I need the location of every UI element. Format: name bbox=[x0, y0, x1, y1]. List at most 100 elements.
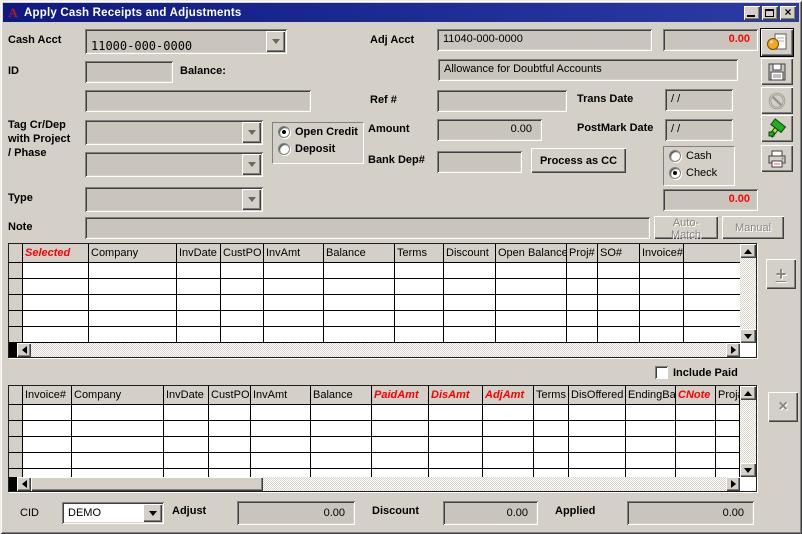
grid-cell[interactable] bbox=[640, 295, 684, 310]
grid-cell[interactable] bbox=[496, 295, 567, 310]
grid-cell[interactable] bbox=[221, 327, 264, 342]
grid-cell[interactable] bbox=[429, 469, 483, 477]
open-credit-radio[interactable] bbox=[278, 126, 290, 138]
grid-cell[interactable] bbox=[640, 311, 684, 326]
minimize-button[interactable] bbox=[744, 6, 760, 20]
grid-cell[interactable] bbox=[23, 469, 72, 477]
grid-cell[interactable] bbox=[264, 263, 324, 278]
grid-cell[interactable] bbox=[251, 453, 311, 468]
grid-cell[interactable] bbox=[626, 453, 676, 468]
grid-cell[interactable] bbox=[164, 405, 209, 420]
post-button[interactable] bbox=[761, 115, 793, 142]
cash-option[interactable]: Cash bbox=[669, 150, 712, 162]
grid-cell[interactable] bbox=[221, 263, 264, 278]
grid-cell[interactable] bbox=[23, 279, 89, 294]
grid-cell[interactable] bbox=[23, 295, 89, 310]
grid-row[interactable] bbox=[9, 421, 740, 437]
grid-cell[interactable] bbox=[164, 437, 209, 452]
row-selector-cell[interactable] bbox=[9, 295, 23, 310]
grid-cell[interactable] bbox=[264, 279, 324, 294]
grid-cell[interactable] bbox=[496, 279, 567, 294]
cid-dropdown-button[interactable] bbox=[143, 504, 162, 522]
scroll-left-button[interactable] bbox=[17, 477, 31, 491]
grid-cell[interactable] bbox=[483, 421, 534, 436]
grid-cell[interactable] bbox=[569, 453, 626, 468]
row-selector-cell[interactable] bbox=[9, 327, 23, 342]
process-as-cc-button[interactable]: Process as CC bbox=[531, 148, 626, 173]
grid-cell[interactable] bbox=[598, 279, 640, 294]
grid-cell[interactable] bbox=[483, 453, 534, 468]
grid-cell[interactable] bbox=[598, 263, 640, 278]
grid-row[interactable] bbox=[9, 279, 740, 295]
grid-cell[interactable] bbox=[496, 311, 567, 326]
row-selector-cell[interactable] bbox=[9, 263, 23, 278]
grid-row[interactable] bbox=[9, 263, 740, 279]
grid-cell[interactable] bbox=[626, 405, 676, 420]
print-button[interactable] bbox=[761, 145, 793, 172]
grid-cell[interactable] bbox=[311, 437, 372, 452]
grid-cell[interactable] bbox=[264, 327, 324, 342]
grid-cell[interactable] bbox=[569, 421, 626, 436]
include-paid-checkbox[interactable] bbox=[655, 366, 668, 379]
grid-cell[interactable] bbox=[534, 469, 569, 477]
grid-cell[interactable] bbox=[23, 453, 72, 468]
scrollbar-track[interactable] bbox=[31, 477, 726, 491]
grid-cell[interactable] bbox=[372, 405, 429, 420]
scroll-down-button[interactable] bbox=[740, 463, 756, 477]
grid-cell[interactable] bbox=[598, 311, 640, 326]
row-selector-cell[interactable] bbox=[9, 421, 23, 436]
save-button[interactable] bbox=[761, 58, 793, 85]
amount-field[interactable]: 0.00 bbox=[437, 119, 542, 141]
grid-cell[interactable] bbox=[23, 327, 89, 342]
grid-cell[interactable] bbox=[676, 437, 716, 452]
grid-cell[interactable] bbox=[395, 295, 444, 310]
grid-cell[interactable] bbox=[626, 421, 676, 436]
grid-cell[interactable] bbox=[716, 469, 740, 477]
phase-combo[interactable] bbox=[85, 152, 263, 177]
grid-cell[interactable] bbox=[221, 279, 264, 294]
cid-combo[interactable]: DEMO bbox=[62, 502, 164, 524]
grid-cell[interactable] bbox=[640, 327, 684, 342]
grid-cell[interactable] bbox=[23, 421, 72, 436]
customer-name-field[interactable] bbox=[85, 90, 311, 112]
applied-grid-hscrollbar[interactable] bbox=[9, 477, 740, 491]
scroll-right-button[interactable] bbox=[726, 477, 740, 491]
adj-acct-field[interactable]: 11040-000-0000 bbox=[437, 29, 652, 51]
grid-cell[interactable] bbox=[372, 469, 429, 477]
type-combo[interactable] bbox=[85, 187, 263, 212]
grid-cell[interactable] bbox=[569, 469, 626, 477]
grid-row[interactable] bbox=[9, 405, 740, 421]
scroll-up-button[interactable] bbox=[740, 244, 756, 258]
grid-cell[interactable] bbox=[444, 263, 496, 278]
grid-row[interactable] bbox=[9, 327, 740, 343]
row-selector-cell[interactable] bbox=[9, 405, 23, 420]
grid-cell[interactable] bbox=[311, 405, 372, 420]
grid-cell[interactable] bbox=[676, 421, 716, 436]
type-dropdown-button[interactable] bbox=[242, 189, 261, 210]
grid-cell[interactable] bbox=[444, 311, 496, 326]
grid-cell[interactable] bbox=[444, 279, 496, 294]
open-credit-option[interactable]: Open Credit bbox=[278, 126, 358, 138]
grid-cell[interactable] bbox=[72, 421, 164, 436]
grid-cell[interactable] bbox=[534, 421, 569, 436]
grid-cell[interactable] bbox=[164, 469, 209, 477]
grid-cell[interactable] bbox=[251, 405, 311, 420]
applied-grid-vscrollbar[interactable] bbox=[740, 386, 756, 477]
grid-cell[interactable] bbox=[429, 437, 483, 452]
grid-cell[interactable] bbox=[716, 405, 740, 420]
grid-cell[interactable] bbox=[23, 263, 89, 278]
grid-cell[interactable] bbox=[534, 405, 569, 420]
grid-cell[interactable] bbox=[676, 405, 716, 420]
grid-cell[interactable] bbox=[177, 263, 221, 278]
grid-cell[interactable] bbox=[209, 421, 251, 436]
grid-cell[interactable] bbox=[569, 437, 626, 452]
grid-cell[interactable] bbox=[626, 437, 676, 452]
grid-cell[interactable] bbox=[444, 295, 496, 310]
grid-cell[interactable] bbox=[444, 327, 496, 342]
check-radio[interactable] bbox=[669, 167, 681, 179]
grid-cell[interactable] bbox=[221, 311, 264, 326]
grid-cell[interactable] bbox=[23, 437, 72, 452]
title-bar[interactable]: A Apply Cash Receipts and Adjustments × bbox=[3, 3, 799, 22]
grid-cell[interactable] bbox=[395, 327, 444, 342]
auto-match-button[interactable]: Auto-Match bbox=[654, 216, 718, 239]
